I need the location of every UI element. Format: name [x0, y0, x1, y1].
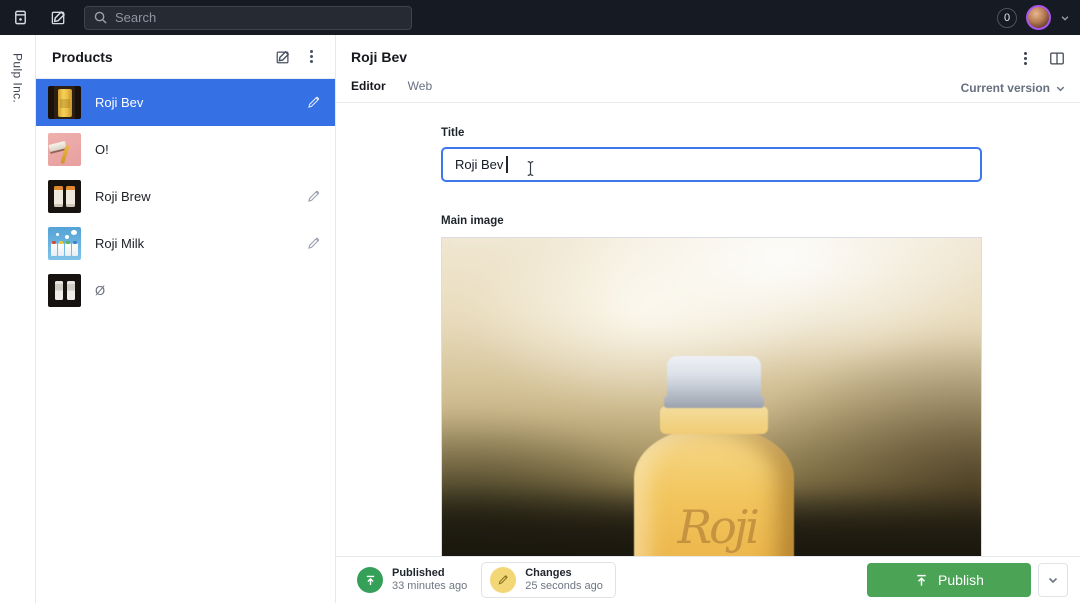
changes-label: Changes: [525, 567, 572, 579]
product-title: Roji Milk: [95, 236, 145, 251]
list-item-untitled[interactable]: Ø: [36, 267, 335, 314]
presence-count-badge[interactable]: 0: [997, 7, 1017, 28]
product-thumbnail: [48, 86, 81, 119]
changes-time: 25 seconds ago: [525, 580, 603, 592]
search-icon: [93, 10, 108, 25]
juice-carton-logo-icon: [12, 9, 29, 26]
product-thumbnail: [48, 180, 81, 213]
edit-pencil-icon[interactable]: [306, 189, 321, 204]
workspace-logo-button[interactable]: [6, 5, 34, 31]
editor-form: Title Main image Roji: [336, 103, 1080, 603]
new-document-button[interactable]: [44, 5, 72, 31]
title-field-label: Title: [441, 127, 465, 139]
product-thumbnail: [48, 274, 81, 307]
list-item-roji-bev[interactable]: Roji Bev: [36, 79, 335, 126]
products-pane-header: Products: [36, 35, 335, 79]
chevron-down-icon: [1055, 83, 1066, 94]
editor-header: Roji Bev Editor Web Current version: [336, 35, 1080, 103]
vertical-dots-icon: [1023, 56, 1027, 60]
version-selector[interactable]: Current version: [961, 81, 1066, 95]
product-thumbnail: [48, 227, 81, 260]
compose-icon: [275, 49, 291, 65]
split-pane-button[interactable]: [1044, 45, 1070, 71]
main-image-preview[interactable]: Roji: [441, 237, 982, 567]
workspace-name: Pulp Inc.: [10, 53, 25, 104]
publish-button[interactable]: Publish: [867, 563, 1031, 597]
published-time: 33 minutes ago: [392, 580, 468, 592]
pane-menu-button[interactable]: [297, 43, 325, 71]
list-item-roji-brew[interactable]: Roji Brew: [36, 173, 335, 220]
compose-icon: [50, 9, 67, 26]
text-caret: [506, 156, 508, 173]
edit-pencil-icon: [497, 574, 509, 586]
product-title: O!: [95, 142, 109, 157]
workspace-strip[interactable]: Pulp Inc.: [0, 35, 36, 603]
version-label: Current version: [960, 81, 1050, 95]
edit-pencil-icon[interactable]: [306, 95, 321, 110]
publish-button-label: Publish: [938, 572, 984, 588]
image-field-label: Main image: [441, 215, 504, 227]
publish-arrow-icon: [914, 573, 929, 588]
split-pane-icon: [1049, 51, 1065, 66]
document-editor-pane: Roji Bev Editor Web Current version Titl…: [336, 35, 1080, 603]
title-input[interactable]: [441, 147, 982, 182]
global-search[interactable]: [84, 5, 412, 30]
vertical-dots-icon: [309, 55, 313, 58]
products-pane: Products Roji Bev O! Roji Brew Roji Milk…: [36, 35, 336, 603]
changes-review-chip[interactable]: Changes 25 seconds ago: [481, 562, 616, 598]
publish-menu-button[interactable]: [1038, 563, 1068, 597]
product-title-empty: Ø: [95, 283, 106, 298]
list-item-o[interactable]: O!: [36, 126, 335, 173]
tab-web[interactable]: Web: [408, 79, 432, 93]
bottle-photo: Roji: [442, 238, 981, 566]
publish-arrow-icon: [364, 574, 377, 587]
document-title: Roji Bev: [351, 49, 408, 65]
user-menu-chevron-icon[interactable]: [1060, 13, 1070, 23]
chevron-down-icon: [1047, 574, 1059, 586]
product-thumbnail: [48, 133, 81, 166]
product-list: Roji Bev O! Roji Brew Roji Milk Ø: [36, 79, 335, 314]
tab-editor[interactable]: Editor: [351, 79, 386, 93]
pane-title: Products: [52, 48, 113, 65]
view-tabs: Editor Web: [351, 79, 432, 93]
product-title: Roji Bev: [95, 95, 144, 110]
edit-pencil-icon[interactable]: [306, 236, 321, 251]
product-title: Roji Brew: [95, 189, 151, 204]
user-avatar[interactable]: [1026, 5, 1051, 30]
sanity-studio-window: 0 Pulp Inc. Products: [0, 0, 1080, 603]
ibeam-cursor-icon: [525, 160, 536, 177]
create-new-product-button[interactable]: [269, 43, 297, 71]
document-status-bar: Published 33 minutes ago Changes 25 seco…: [336, 556, 1080, 603]
changes-badge: [490, 567, 517, 593]
top-navigation-bar: 0: [0, 0, 1080, 35]
bottle-label-text: Roji: [677, 500, 760, 554]
search-input[interactable]: [115, 10, 385, 25]
published-label: Published: [392, 567, 445, 579]
published-status-chip[interactable]: Published 33 minutes ago: [349, 563, 475, 597]
published-badge: [357, 567, 383, 593]
list-item-roji-milk[interactable]: Roji Milk: [36, 220, 335, 267]
document-menu-button[interactable]: [1012, 45, 1038, 71]
